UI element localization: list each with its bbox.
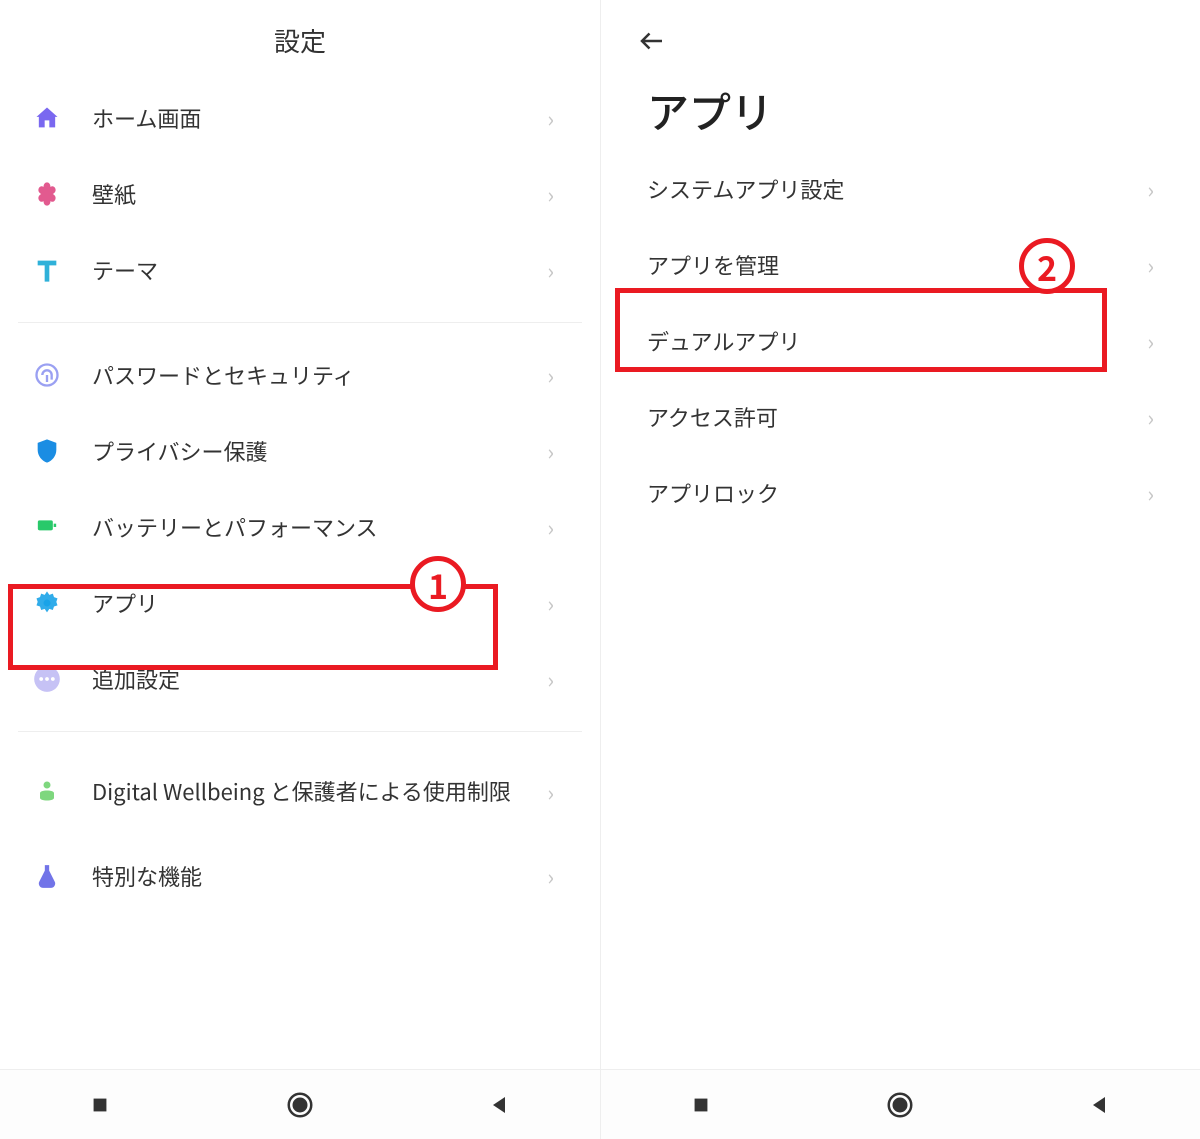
back-button[interactable] [637,26,667,56]
apps-item-label: アクセス許可 [647,401,1147,433]
divider [18,731,582,732]
apps-item-label: システムアプリ設定 [647,173,1147,205]
settings-item-battery[interactable]: バッテリーとパフォーマンス › [0,489,600,565]
settings-item-wellbeing[interactable]: Digital Wellbeing と保護者による使用制限 › [0,746,600,838]
settings-item-label: Digital Wellbeing と保護者による使用制限 [92,777,547,807]
nav-home-button[interactable] [283,1088,317,1122]
settings-item-theme[interactable]: テーマ › [0,232,600,308]
battery-icon [30,510,64,544]
settings-item-label: 壁紙 [92,178,547,210]
page-title: アプリ [601,60,1200,151]
page-title: 設定 [0,0,600,80]
shield-icon [30,434,64,468]
chevron-right-icon: › [547,102,554,134]
annotation-highlight-2 [615,288,1107,372]
system-navbar [601,1069,1200,1139]
nav-back-button[interactable] [483,1088,517,1122]
flask-icon [30,859,64,893]
annotation-badge-1: 1 [410,556,466,612]
wellbeing-icon [30,775,64,809]
chevron-right-icon: › [547,178,554,210]
settings-item-wallpaper[interactable]: 壁紙 › [0,156,600,232]
chevron-right-icon: › [1147,477,1154,509]
settings-item-security[interactable]: パスワードとセキュリティ › [0,337,600,413]
settings-item-home[interactable]: ホーム画面 › [0,80,600,156]
apps-screen: アプリ システムアプリ設定 › アプリを管理 › デュアルアプリ › アクセス許… [600,0,1200,1139]
settings-item-label: ホーム画面 [92,102,547,134]
fingerprint-icon [30,358,64,392]
settings-item-label: バッテリーとパフォーマンス [92,511,547,543]
apps-item-permissions[interactable]: アクセス許可 › [601,379,1200,455]
annotation-badge-2: 2 [1019,238,1075,294]
settings-item-label: 特別な機能 [92,860,547,892]
apps-item-system[interactable]: システムアプリ設定 › [601,151,1200,227]
flower-icon [30,177,64,211]
settings-item-special[interactable]: 特別な機能 › [0,838,600,914]
home-icon [30,101,64,135]
settings-screen: 設定 ホーム画面 › 壁紙 › テーマ › [0,0,600,1139]
apps-item-applock[interactable]: アプリロック › [601,455,1200,531]
nav-recent-button[interactable] [684,1088,718,1122]
divider [18,322,582,323]
chevron-right-icon: › [547,663,554,695]
nav-recent-button[interactable] [83,1088,117,1122]
system-navbar [0,1069,600,1139]
settings-item-label: テーマ [92,254,547,286]
chevron-right-icon: › [1147,401,1154,433]
brush-icon [30,253,64,287]
chevron-right-icon: › [547,511,554,543]
chevron-right-icon: › [547,776,554,808]
apps-item-label: アプリロック [647,477,1147,509]
chevron-right-icon: › [547,359,554,391]
settings-item-privacy[interactable]: プライバシー保護 › [0,413,600,489]
settings-item-label: パスワードとセキュリティ [92,359,547,391]
chevron-right-icon: › [1147,325,1154,357]
chevron-right-icon: › [1147,173,1154,205]
nav-home-button[interactable] [883,1088,917,1122]
chevron-right-icon: › [547,860,554,892]
chevron-right-icon: › [547,435,554,467]
settings-item-label: プライバシー保護 [92,435,547,467]
chevron-right-icon: › [1147,249,1154,281]
chevron-right-icon: › [547,254,554,286]
nav-back-button[interactable] [1083,1088,1117,1122]
chevron-right-icon: › [547,587,554,619]
